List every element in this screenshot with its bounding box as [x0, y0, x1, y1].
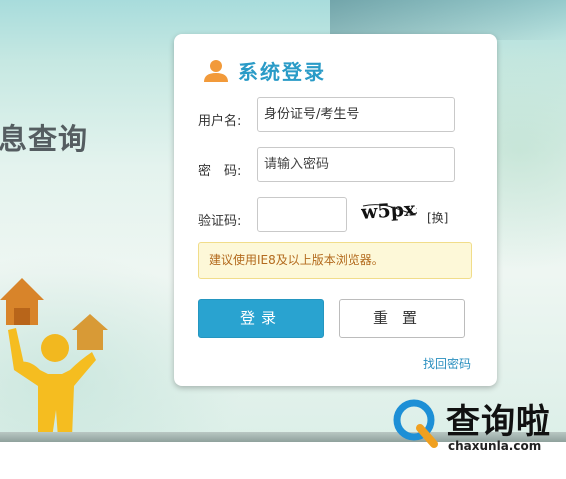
forgot-password-link[interactable]: 找回密码 — [423, 355, 471, 372]
q-logo-icon — [393, 399, 438, 448]
password-label: 密 码: — [198, 164, 242, 179]
panel-title-row: 系统登录 — [202, 56, 326, 85]
captcha-input[interactable] — [257, 197, 347, 232]
watermark-domain: chaxunla.com — [448, 439, 542, 453]
captcha-refresh-link[interactable]: [换] — [427, 209, 448, 226]
reset-button[interactable]: 重置 — [339, 299, 465, 338]
captcha-text: w5px — [361, 198, 417, 222]
login-panel: 系统登录 用户名: 身份证号/考生号 密 码: 请输入密码 验证码: w5px … — [174, 34, 497, 386]
login-button[interactable]: 登录 — [198, 299, 324, 338]
watermark-name: 查询啦 — [446, 402, 551, 442]
captcha-image[interactable]: w5px — [361, 198, 417, 222]
page-headline: 息查询 — [0, 122, 89, 156]
watermark: 查询啦 chaxunla.com — [388, 394, 558, 460]
username-field[interactable]: 身份证号/考生号 — [257, 97, 455, 132]
people-illustration — [0, 278, 108, 438]
password-field[interactable]: 请输入密码 — [257, 147, 455, 182]
browser-notice: 建议使用IE8及以上版本浏览器。 — [198, 242, 472, 279]
captcha-label: 验证码: — [198, 214, 242, 229]
user-icon — [204, 59, 228, 82]
panel-title: 系统登录 — [238, 60, 326, 84]
username-label: 用户名: — [198, 114, 242, 129]
